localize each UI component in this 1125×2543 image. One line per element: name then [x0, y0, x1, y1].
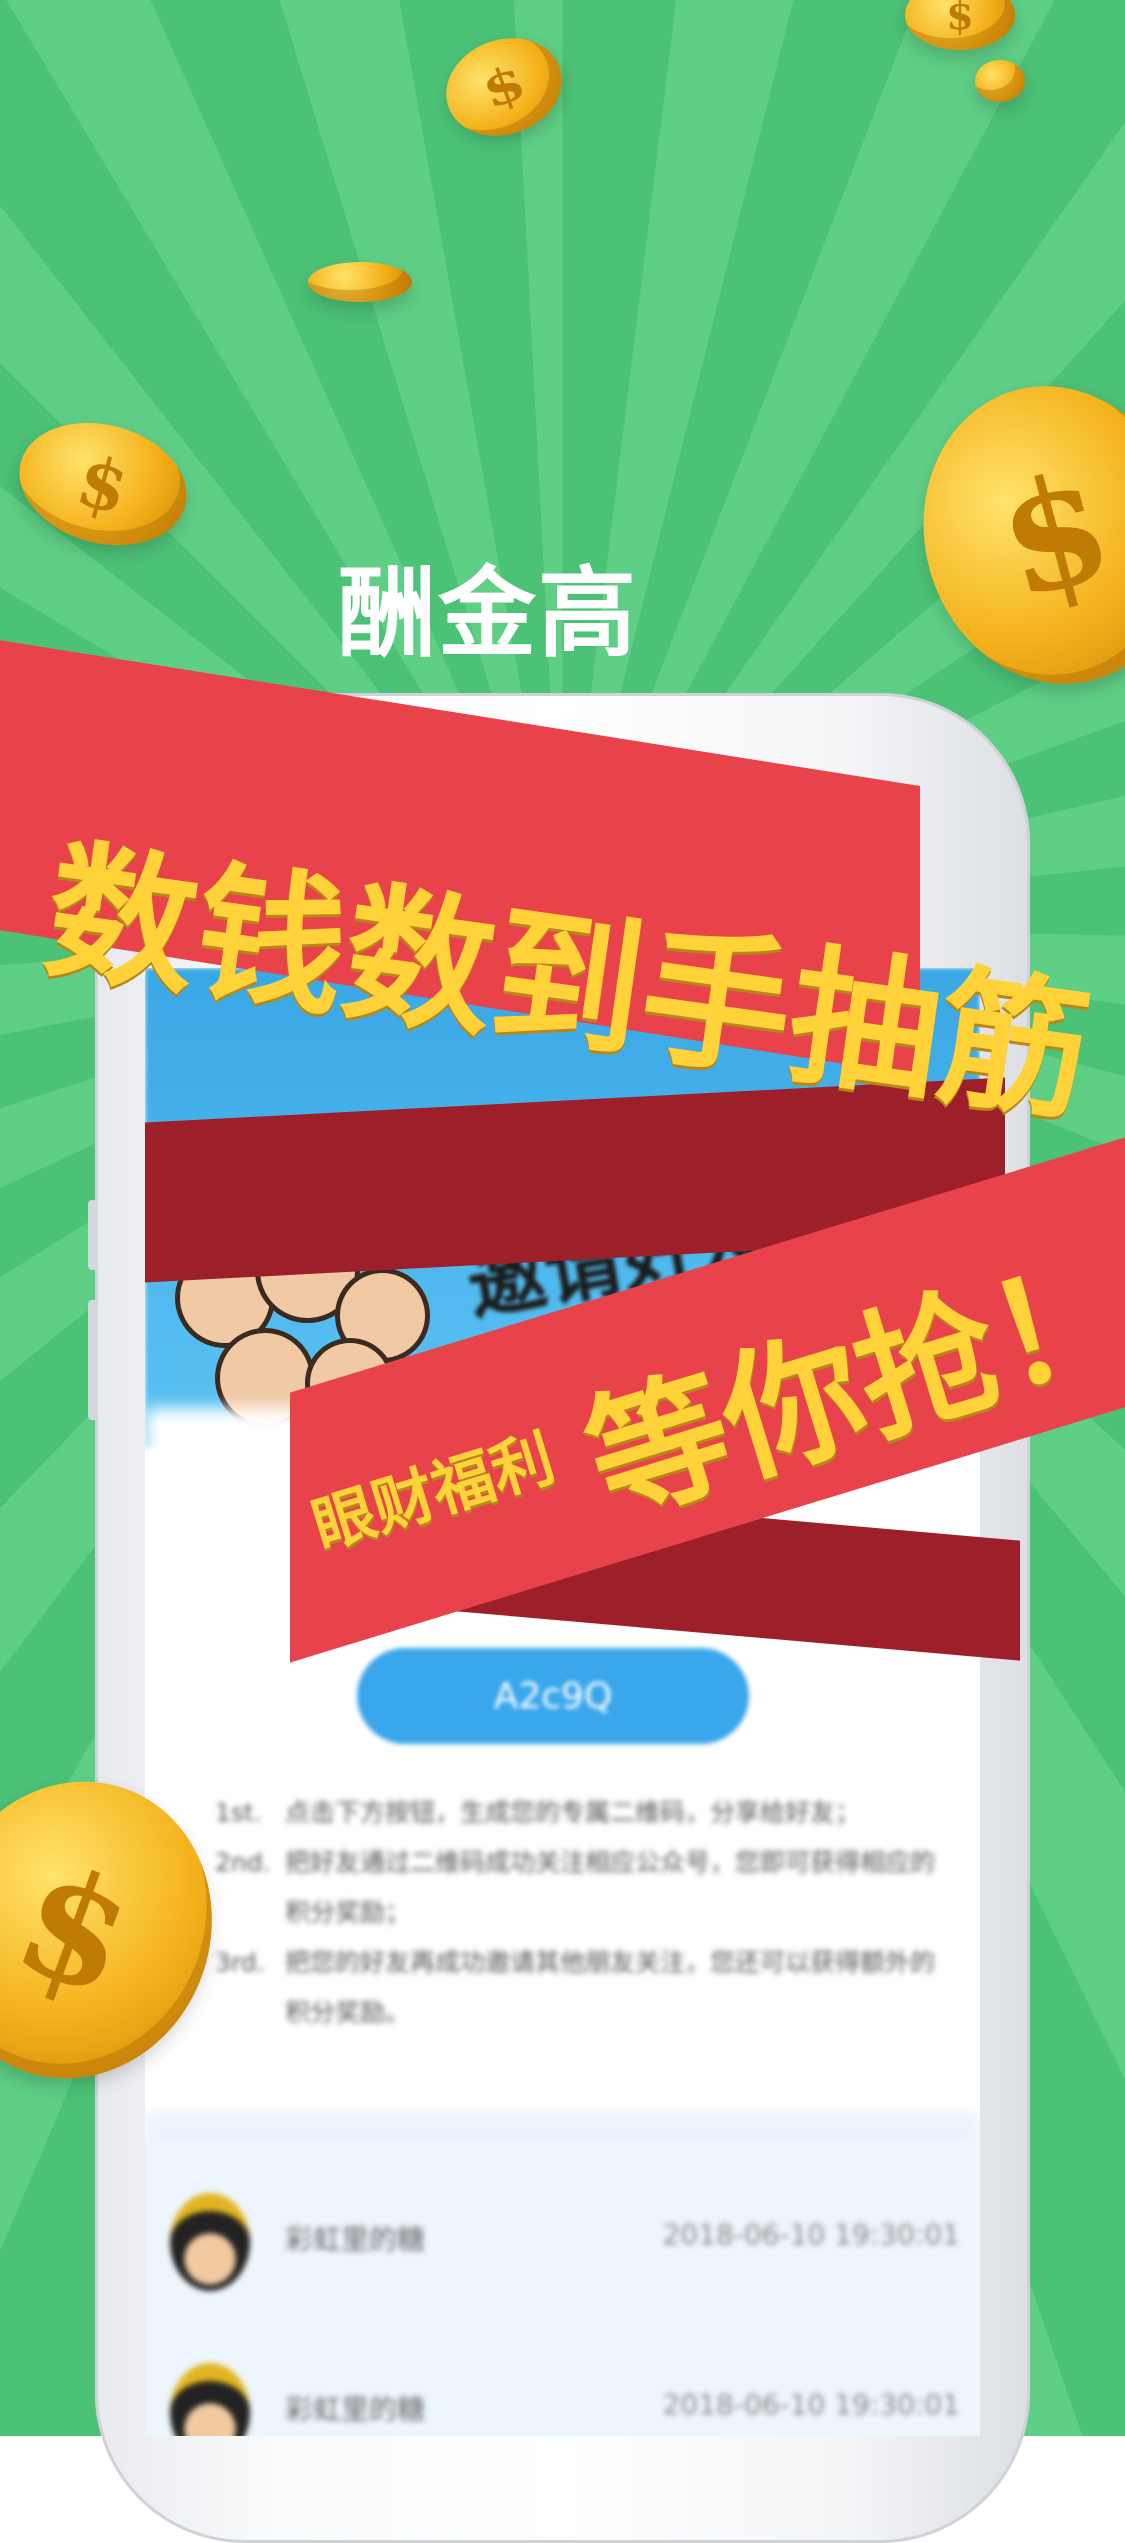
- list-item[interactable]: 彩虹里的糖 2018-06-10 19:30:01: [145, 2348, 980, 2436]
- invite-time: 2018-06-10 19:30:01: [662, 2218, 960, 2251]
- step-item: 2nd. 把好友通过二维码成功关注相应公众号，您即可获得相应的积分奖励；: [215, 1838, 935, 1938]
- friend-name: 彩虹里的糖: [285, 2393, 426, 2426]
- step-number: 3rd.: [215, 1948, 265, 1977]
- step-text: 把您的好友再成功邀请其他朋友关注，您还可以获得额外的积分奖励。: [285, 1948, 936, 2027]
- list-item[interactable]: 彩虹里的糖 2018-06-10 19:30:01: [145, 2178, 980, 2291]
- coin-icon: $: [905, 0, 1015, 50]
- app-logo-text: 酬金高: [338, 557, 639, 671]
- invite-code-button[interactable]: A2c9Q: [357, 1648, 749, 1744]
- coin-icon: [308, 262, 412, 302]
- steps-list: 1st. 点击下方按钮，生成您的专属二维码，分享给好友； 2nd. 把好友通过二…: [215, 1788, 935, 2038]
- friend-name: 彩虹里的糖: [285, 2223, 426, 2256]
- coin-icon: [975, 60, 1025, 102]
- phone-side-button: [88, 1300, 98, 1420]
- step-item: 1st. 点击下方按钮，生成您的专属二维码，分享给好友；: [215, 1788, 935, 1838]
- step-text: 点击下方按钮，生成您的专属二维码，分享给好友；: [285, 1798, 861, 1827]
- invite-time: 2018-06-10 19:30:01: [662, 2388, 960, 2421]
- avatar: [170, 2193, 250, 2291]
- invited-friends-list: 彩虹里的糖 2018-06-10 19:30:01 彩虹里的糖 2018-06-…: [145, 2138, 980, 2436]
- phone-side-button: [88, 1200, 98, 1270]
- step-text: 把好友通过二维码成功关注相应公众号，您即可获得相应的积分奖励；: [285, 1848, 936, 1927]
- step-item: 3rd. 把您的好友再成功邀请其他朋友关注，您还可以获得额外的积分奖励。: [215, 1938, 935, 2038]
- avatar: [170, 2363, 250, 2436]
